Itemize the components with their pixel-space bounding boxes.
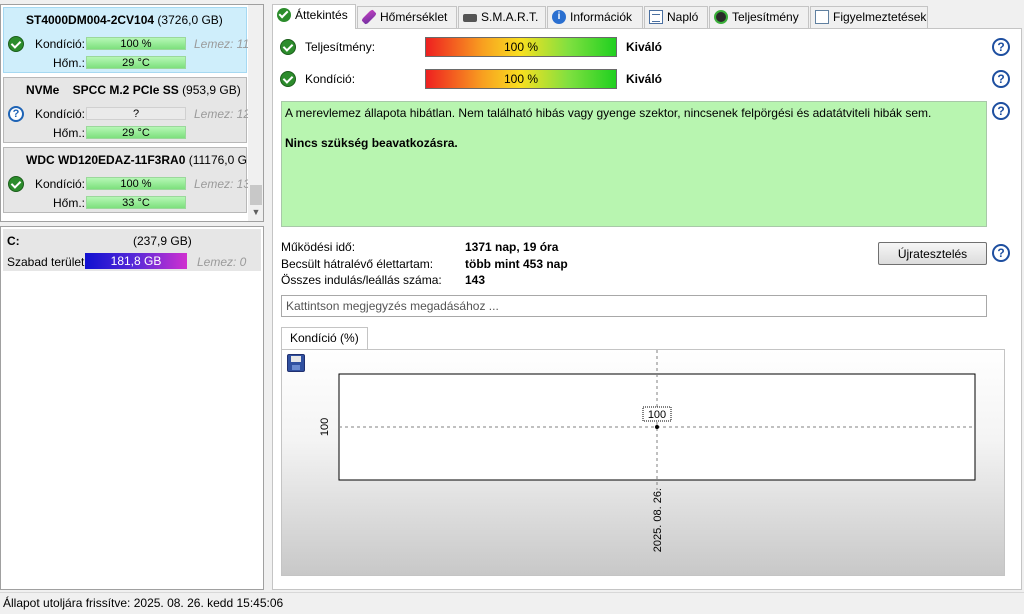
- condition-row: Kondíció: 100 % Lemez: 13: [4, 176, 251, 192]
- tab-label: Információk: [570, 10, 633, 24]
- free-space-label: Szabad terület: [7, 255, 85, 269]
- tab-strip: Áttekintés Hőmérséklet S.M.A.R.T. i Info…: [272, 4, 1024, 29]
- lemez-label: Lemez: 11: [194, 37, 250, 51]
- condition-label: Kondíció:: [34, 107, 85, 121]
- tab-smart[interactable]: S.M.A.R.T.: [458, 6, 546, 28]
- disk-name: ST4000DM004-2CV104: [26, 13, 155, 27]
- tab-label: Teljesítmény: [732, 10, 799, 24]
- lemez-label: Lemez: 13: [194, 177, 251, 191]
- log-icon: [649, 10, 663, 24]
- lifetime-label: Becsült hátralévő élettartam:: [281, 257, 434, 271]
- temp-label: Hőm.:: [52, 56, 85, 70]
- uptime-label: Működési idő:: [281, 240, 356, 254]
- tab-condition-chart[interactable]: Kondíció (%): [281, 327, 368, 349]
- condition-row: Kondíció: 100 % Lemez: 11: [4, 36, 250, 52]
- performance-bar: 100 %: [425, 37, 617, 57]
- volume-card[interactable]: C: (237,9 GB) Szabad terület 181,8 GB Le…: [3, 229, 261, 271]
- volume-list: C: (237,9 GB) Szabad terület 181,8 GB Le…: [0, 226, 264, 590]
- disk-card-2[interactable]: WDC WD120EDAZ-11F3RA0 (11176,0 GB) Kondí…: [3, 147, 251, 213]
- disk-title: NVMe SPCC M.2 PCIe SS (953,9 GB): [26, 83, 248, 97]
- temp-row: Hőm.: 29 °C: [4, 125, 248, 141]
- disk-size: (953,9 GB): [182, 83, 241, 97]
- status-action: Nincs szükség beavatkozásra.: [285, 136, 458, 150]
- disk-title: ST4000DM004-2CV104 (3726,0 GB): [26, 13, 248, 27]
- temp-row: Hőm.: 33 °C: [4, 195, 248, 211]
- help-icon[interactable]: ?: [992, 38, 1010, 56]
- data-point: [655, 425, 659, 429]
- condition-ok-icon: [280, 71, 296, 87]
- tab-label: Hőmérséklet: [380, 10, 448, 24]
- temp-bar: 33 °C: [86, 196, 186, 209]
- chart-svg: 100 2025. 08. 26. 100: [319, 350, 976, 552]
- help-icon[interactable]: ?: [992, 70, 1010, 88]
- performance-ok-icon: [280, 39, 296, 55]
- tab-label: Napló: [667, 10, 699, 24]
- lemez-label: Lemez: 0: [197, 255, 247, 269]
- lifetime-value: több mint 453 nap: [465, 257, 568, 271]
- scrollbar-thumb[interactable]: [250, 185, 262, 205]
- condition-chart: 100 2025. 08. 26. 100: [281, 349, 1005, 576]
- condition-rating: Kiváló: [626, 72, 663, 86]
- temp-label: Hőm.:: [52, 126, 85, 140]
- performance-rating: Kiváló: [626, 40, 663, 54]
- condition-bar: 100 %: [86, 177, 186, 190]
- tab-performance[interactable]: Teljesítmény: [709, 6, 809, 28]
- tab-overview[interactable]: Áttekintés: [272, 4, 356, 29]
- performance-label: Teljesítmény:: [305, 40, 376, 54]
- volume-letter: C:: [7, 234, 20, 248]
- disk-card-0[interactable]: ST4000DM004-2CV104 (3726,0 GB) Kondíció:…: [3, 7, 250, 73]
- free-space-bar: 181,8 GB: [85, 253, 187, 269]
- tab-label: Figyelmeztetések: [833, 10, 927, 24]
- tab-information[interactable]: i Információk: [547, 6, 643, 28]
- temp-row: Hőm.: 29 °C: [4, 55, 248, 71]
- status-text: A merevlemez állapota hibátlan. Nem talá…: [285, 106, 932, 120]
- performance-icon: [714, 10, 728, 24]
- condition-bar: 100 %: [425, 69, 617, 89]
- tab-label: S.M.A.R.T.: [481, 10, 539, 24]
- temp-bar: 29 °C: [86, 126, 186, 139]
- lemez-label: Lemez: 12: [194, 107, 251, 121]
- help-icon[interactable]: ?: [992, 102, 1010, 120]
- y-tick-label: 100: [319, 418, 331, 436]
- tab-label: Áttekintés: [295, 8, 348, 22]
- tab-log[interactable]: Napló: [644, 6, 708, 28]
- overview-panel: Teljesítmény: 100 % Kiváló ? Kondíció: 1…: [272, 28, 1022, 590]
- condition-bar: ?: [86, 107, 186, 120]
- smart-icon: [463, 14, 477, 22]
- condition-row: Kondíció: ? Lemez: 12: [4, 106, 251, 122]
- tab-warnings[interactable]: Figyelmeztetések: [810, 6, 928, 28]
- info-icon: i: [552, 10, 566, 24]
- disk-card-1[interactable]: NVMe SPCC M.2 PCIe SS (953,9 GB) ? Kondí…: [3, 77, 251, 143]
- scroll-down-arrow-icon[interactable]: ▼: [251, 207, 261, 217]
- check-circle-icon: [277, 8, 291, 22]
- retest-button[interactable]: Újratesztelés: [878, 242, 987, 265]
- uptime-value: 1371 nap, 19 óra: [465, 240, 559, 254]
- warning-doc-icon: [815, 10, 829, 24]
- note-input[interactable]: [281, 295, 987, 317]
- temp-bar: 29 °C: [86, 56, 186, 69]
- disk-list: ST4000DM004-2CV104 (3726,0 GB) Kondíció:…: [0, 4, 264, 222]
- thermometer-icon: [361, 9, 377, 25]
- help-icon[interactable]: ?: [992, 244, 1010, 262]
- condition-label: Kondíció:: [34, 37, 85, 51]
- condition-label: Kondíció:: [34, 177, 85, 191]
- disk-size: (3726,0 GB): [157, 13, 223, 27]
- data-label: 100: [648, 409, 666, 421]
- disk-size: (11176,0 GB): [188, 153, 248, 167]
- starts-value: 143: [465, 273, 486, 287]
- x-tick-label: 2025. 08. 26.: [652, 488, 664, 552]
- status-bar: Állapot utoljára frissítve: 2025. 08. 26…: [0, 592, 1024, 614]
- status-description-box: A merevlemez állapota hibátlan. Nem talá…: [281, 101, 987, 227]
- temp-label: Hőm.:: [52, 196, 85, 210]
- volume-size: (237,9 GB): [133, 234, 192, 248]
- disk-name: NVMe SPCC M.2 PCIe SS: [26, 83, 179, 97]
- condition-label: Kondíció:: [305, 72, 356, 86]
- condition-bar: 100 %: [86, 37, 186, 50]
- disk-title: WDC WD120EDAZ-11F3RA0 (11176,0 GB): [26, 153, 248, 167]
- tab-temperature[interactable]: Hőmérséklet: [357, 6, 457, 28]
- disk-list-scrollbar[interactable]: ▼: [248, 5, 263, 221]
- disk-name: WDC WD120EDAZ-11F3RA0: [26, 153, 186, 167]
- left-panel: ST4000DM004-2CV104 (3726,0 GB) Kondíció:…: [0, 0, 266, 592]
- starts-label: Összes indulás/leállás száma:: [281, 273, 442, 287]
